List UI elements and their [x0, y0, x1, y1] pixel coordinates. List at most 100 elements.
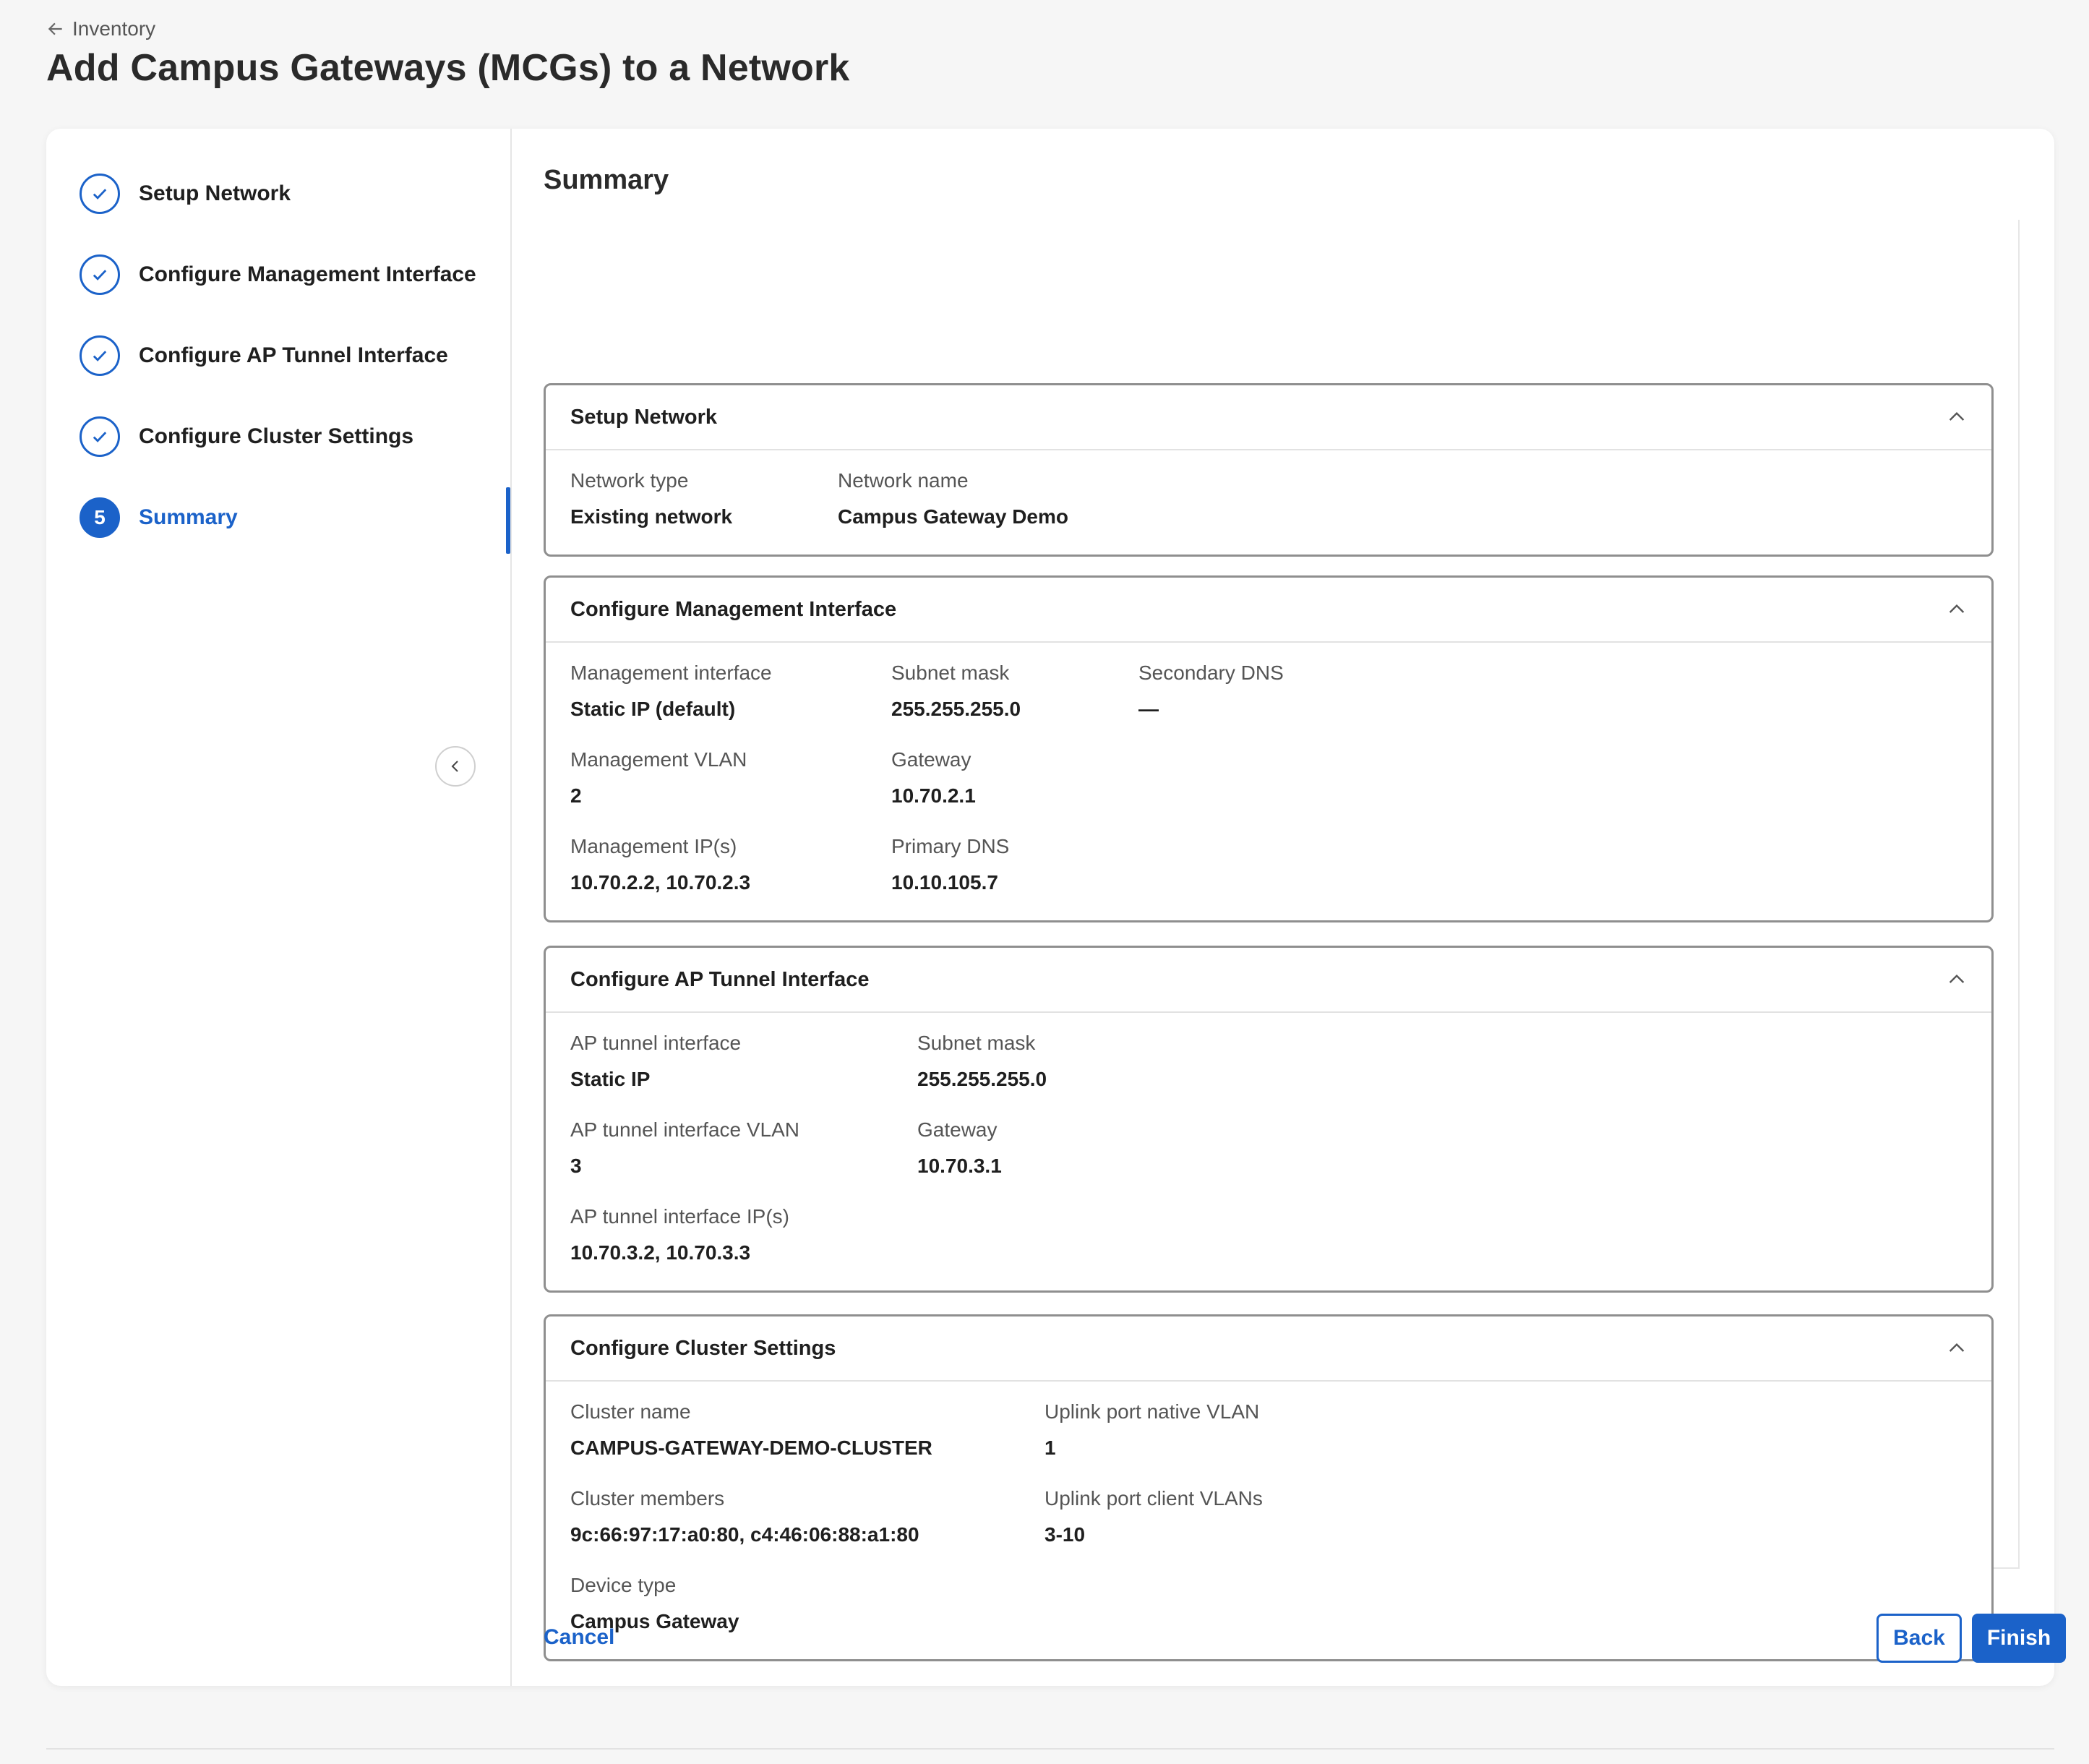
- collapse-sidebar-button[interactable]: [435, 746, 476, 787]
- chevron-up-icon[interactable]: [1945, 968, 1968, 991]
- step-setup-network[interactable]: Setup Network: [80, 174, 291, 214]
- field-subnet-mask: Subnet mask 255.255.255.0: [891, 662, 1021, 721]
- field-label: Gateway: [891, 748, 971, 771]
- section-header[interactable]: Configure Management Interface: [546, 578, 1991, 643]
- field-value: 10.70.2.1: [891, 784, 976, 807]
- field-ap-tunnel-vlan: AP tunnel interface VLAN 3: [570, 1118, 799, 1178]
- field-label: Subnet mask: [891, 662, 1010, 684]
- step-label: Configure Management Interface: [139, 262, 476, 286]
- section-header[interactable]: Configure AP Tunnel Interface: [546, 948, 1991, 1013]
- field-management-vlan: Management VLAN 2: [570, 748, 747, 808]
- field-value: 255.255.255.0: [917, 1068, 1047, 1090]
- field-value: Static IP (default): [570, 698, 736, 720]
- summary-scroll-area[interactable]: Setup Network Network type Existing netw…: [544, 220, 2020, 1661]
- field-label: Device type: [570, 1574, 677, 1596]
- section-configure-management-interface: Configure Management Interface Managemen…: [544, 575, 1994, 922]
- arrow-left-icon: [48, 22, 62, 35]
- page-footer-divider: [46, 1748, 2054, 1750]
- summary-title: Summary: [544, 165, 669, 195]
- field-subnet-mask: Subnet mask 255.255.255.0: [917, 1032, 1047, 1091]
- field-label: Network type: [570, 469, 689, 492]
- step-number-badge: 5: [80, 497, 120, 538]
- field-cluster-members: Cluster members 9c:66:97:17:a0:80, c4:46…: [570, 1487, 919, 1546]
- field-value: 10.70.3.1: [917, 1155, 1002, 1177]
- field-value: 3-10: [1044, 1523, 1086, 1546]
- field-label: Management IP(s): [570, 835, 737, 857]
- field-network-type: Network type Existing network: [570, 469, 732, 528]
- step-configure-management-interface[interactable]: Configure Management Interface: [80, 254, 476, 295]
- field-value: Static IP: [570, 1068, 651, 1090]
- step-summary[interactable]: 5 Summary: [80, 497, 238, 538]
- check-circle-icon: [80, 335, 120, 376]
- field-management-interface: Management interface Static IP (default): [570, 662, 772, 721]
- field-value: 10.10.105.7: [891, 871, 998, 894]
- step-label: Configure AP Tunnel Interface: [139, 343, 448, 367]
- step-label: Configure Cluster Settings: [139, 424, 414, 448]
- wizard-card: Setup Network Configure Management Inter…: [46, 129, 2066, 1686]
- field-label: Management interface: [570, 662, 772, 684]
- field-value: 2: [570, 784, 582, 807]
- field-value: 1: [1044, 1437, 1056, 1459]
- breadcrumb-label: Inventory: [72, 17, 156, 40]
- field-uplink-client-vlans: Uplink port client VLANs 3-10: [1044, 1487, 1263, 1546]
- step-configure-ap-tunnel-interface[interactable]: Configure AP Tunnel Interface: [80, 335, 448, 376]
- page-title: Add Campus Gateways (MCGs) to a Network: [46, 47, 850, 89]
- check-circle-icon: [80, 174, 120, 214]
- field-cluster-name: Cluster name CAMPUS-GATEWAY-DEMO-CLUSTER: [570, 1400, 932, 1460]
- field-ap-tunnel-ips: AP tunnel interface IP(s) 10.70.3.2, 10.…: [570, 1205, 789, 1264]
- section-title: Configure AP Tunnel Interface: [570, 967, 870, 991]
- field-label: Gateway: [917, 1118, 998, 1141]
- check-circle-icon: [80, 254, 120, 295]
- step-label: Setup Network: [139, 181, 291, 205]
- field-label: Network name: [838, 469, 969, 492]
- cancel-button[interactable]: Cancel: [544, 1625, 614, 1650]
- field-label: Primary DNS: [891, 835, 1010, 857]
- field-value: Campus Gateway Demo: [838, 505, 1068, 528]
- wizard-steps-sidebar: Setup Network Configure Management Inter…: [46, 129, 512, 1686]
- field-gateway: Gateway 10.70.2.1: [891, 748, 976, 808]
- field-label: Uplink port client VLANs: [1044, 1487, 1263, 1510]
- chevron-left-icon: [451, 761, 458, 772]
- field-primary-dns: Primary DNS 10.10.105.7: [891, 835, 1009, 894]
- field-label: Subnet mask: [917, 1032, 1036, 1054]
- field-label: AP tunnel interface IP(s): [570, 1205, 789, 1228]
- section-header[interactable]: Setup Network: [546, 385, 1991, 450]
- field-label: Cluster name: [570, 1400, 691, 1423]
- back-button[interactable]: Back: [1876, 1614, 1962, 1663]
- section-configure-cluster-settings: Configure Cluster Settings Cluster name …: [544, 1314, 1994, 1661]
- check-circle-icon: [80, 416, 120, 457]
- field-value: 9c:66:97:17:a0:80, c4:46:06:88:a1:80: [570, 1523, 919, 1546]
- field-label: Secondary DNS: [1138, 662, 1284, 684]
- step-configure-cluster-settings[interactable]: Configure Cluster Settings: [80, 416, 413, 457]
- field-value: 3: [570, 1155, 582, 1177]
- field-value: —: [1138, 698, 1159, 720]
- field-uplink-native-vlan: Uplink port native VLAN 1: [1044, 1400, 1259, 1460]
- field-secondary-dns: Secondary DNS —: [1138, 662, 1284, 721]
- field-gateway: Gateway 10.70.3.1: [917, 1118, 1002, 1178]
- chevron-up-icon[interactable]: [1945, 1337, 1968, 1360]
- field-label: Cluster members: [570, 1487, 725, 1510]
- field-ap-tunnel-interface: AP tunnel interface Static IP: [570, 1032, 741, 1091]
- breadcrumb-back-link[interactable]: Inventory: [46, 17, 155, 40]
- field-label: AP tunnel interface VLAN: [570, 1118, 800, 1141]
- chevron-up-icon[interactable]: [1945, 406, 1968, 429]
- active-step-indicator: [506, 487, 510, 554]
- section-title: Configure Management Interface: [570, 597, 897, 621]
- chevron-up-icon[interactable]: [1945, 598, 1968, 621]
- section-configure-ap-tunnel-interface: Configure AP Tunnel Interface AP tunnel …: [544, 946, 1994, 1293]
- section-setup-network: Setup Network Network type Existing netw…: [544, 383, 1994, 557]
- section-title: Configure Cluster Settings: [570, 1336, 836, 1360]
- field-label: Uplink port native VLAN: [1044, 1400, 1260, 1423]
- field-network-name: Network name Campus Gateway Demo: [838, 469, 1068, 528]
- field-value: Existing network: [570, 505, 733, 528]
- section-header[interactable]: Configure Cluster Settings: [546, 1316, 1991, 1382]
- field-value: 255.255.255.0: [891, 698, 1021, 720]
- field-management-ips: Management IP(s) 10.70.2.2, 10.70.2.3: [570, 835, 750, 894]
- field-label: AP tunnel interface: [570, 1032, 742, 1054]
- step-label: Summary: [139, 505, 238, 529]
- summary-panel: Summary Setup Network Network type Exist…: [512, 129, 2066, 1686]
- field-device-type: Device type Campus Gateway: [570, 1574, 739, 1633]
- finish-button[interactable]: Finish: [1972, 1614, 2066, 1663]
- field-value: 10.70.3.2, 10.70.3.3: [570, 1241, 751, 1264]
- section-title: Setup Network: [570, 405, 718, 429]
